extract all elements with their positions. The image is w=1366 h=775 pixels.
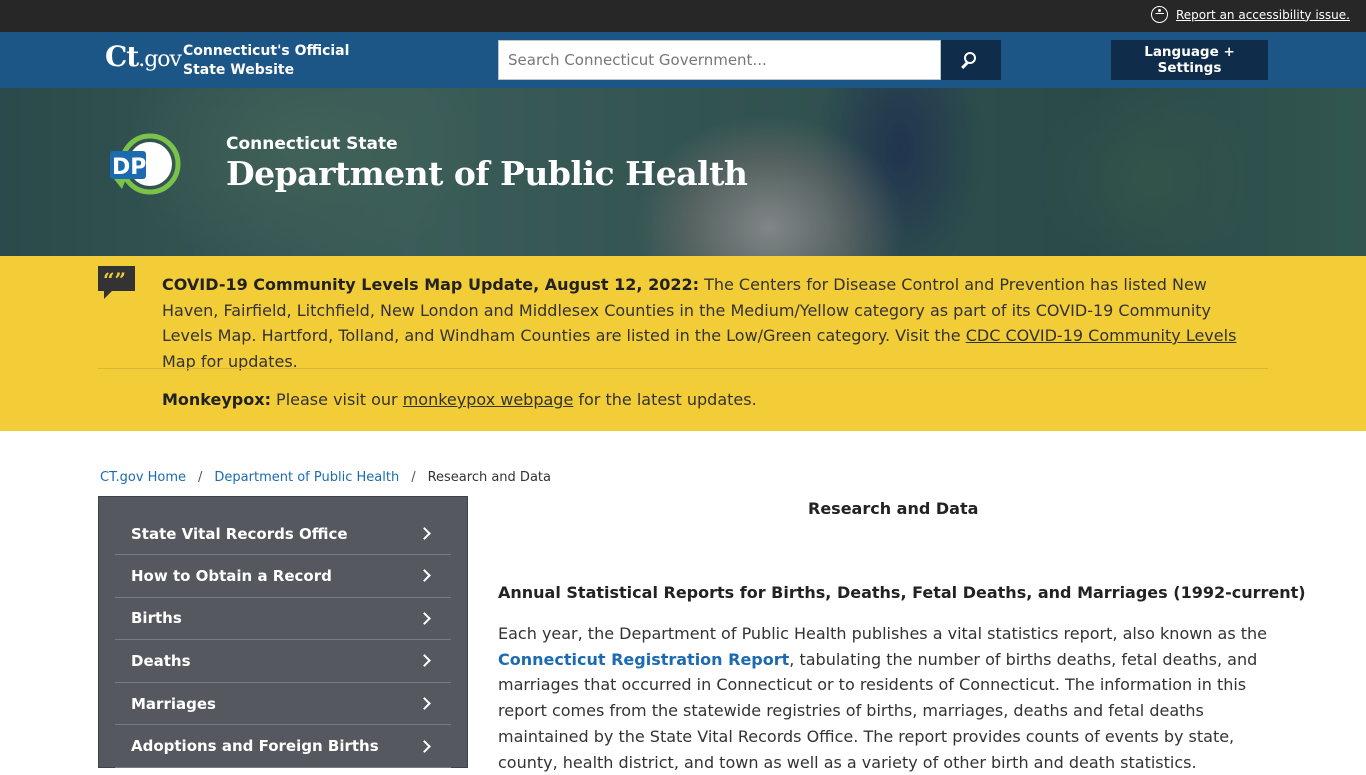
chevron-right-icon	[418, 612, 431, 625]
sidebar-item-marriages[interactable]: Marriages	[115, 683, 451, 726]
alert-banner: “” COVID-19 Community Levels Map Update,…	[0, 256, 1366, 431]
report-description: Each year, the Department of Public Heal…	[498, 621, 1268, 775]
sidebar-item-label: Adoptions and Foreign Births	[131, 737, 379, 756]
monkeypox-tail: for the latest updates.	[573, 390, 757, 409]
gov-logo-text: .gov	[138, 47, 182, 72]
breadcrumb-home[interactable]: CT.gov Home	[100, 470, 186, 485]
dph-logo[interactable]: DPH	[108, 133, 186, 195]
alert-divider	[98, 368, 1268, 369]
ct-gov-logo[interactable]: Ct.gov	[105, 40, 182, 73]
search-form	[498, 40, 1001, 80]
utility-bar: Report an accessibility issue.	[0, 0, 1366, 32]
chevron-right-icon	[418, 527, 431, 540]
sidebar-item-label: Births	[131, 609, 182, 628]
sidebar-item-label: How to Obtain a Record	[131, 566, 332, 585]
monkeypox-webpage-link[interactable]: monkeypox webpage	[403, 390, 574, 409]
sidebar-item-label: State Vital Records Office	[131, 524, 348, 543]
monkeypox-alert-text: Monkeypox: Please visit our monkeypox we…	[162, 390, 757, 409]
tagline-line-1: Connecticut's Official	[183, 43, 350, 59]
chevron-right-icon	[418, 569, 431, 583]
hero-title[interactable]: Department of Public Health	[226, 154, 748, 193]
search-button[interactable]	[941, 40, 1001, 80]
search-icon	[964, 52, 976, 64]
breadcrumb-current: Research and Data	[427, 470, 551, 485]
language-settings-button[interactable]: Language + Settings	[1111, 40, 1268, 80]
sidebar-item-births[interactable]: Births	[115, 598, 451, 641]
sidebar-item-adoptions[interactable]: Adoptions and Foreign Births	[115, 725, 451, 768]
covid-alert-heading: COVID-19 Community Levels Map Update, Au…	[162, 275, 699, 294]
monkeypox-heading: Monkeypox:	[162, 390, 271, 409]
site-tagline: Connecticut's Official State Website	[183, 42, 349, 80]
monkeypox-body: Please visit our	[270, 390, 403, 409]
svg-text:“”: “”	[103, 268, 126, 292]
dph-logo-text: DPH	[112, 155, 165, 180]
sidebar-item-label: Marriages	[131, 694, 216, 713]
quote-icon: “”	[98, 266, 135, 299]
sidebar-item-label: Deaths	[131, 651, 191, 670]
accessibility-icon	[1150, 6, 1168, 23]
covid-alert-text: COVID-19 Community Levels Map Update, Au…	[162, 272, 1262, 374]
sidebar-item-vital-records-office[interactable]: State Vital Records Office	[115, 513, 451, 555]
ct-logo-text: Ct	[105, 40, 139, 73]
section-heading: Annual Statistical Reports for Births, D…	[498, 583, 1306, 602]
site-header: Ct.gov Connecticut's Official State Webs…	[0, 32, 1366, 88]
chevron-right-icon	[418, 739, 431, 753]
breadcrumb-dph[interactable]: Department of Public Health	[214, 470, 399, 485]
report-description-intro: Each year, the Department of Public Heal…	[498, 624, 1268, 643]
accessibility-report-link[interactable]: Report an accessibility issue.	[1176, 8, 1350, 22]
breadcrumb-separator: /	[411, 470, 416, 485]
hero-subtitle: Connecticut State	[226, 134, 398, 154]
tagline-line-2: State Website	[183, 62, 295, 78]
hero-banner: DPH Connecticut State Department of Publ…	[0, 88, 1366, 256]
sidebar-item-deaths[interactable]: Deaths	[115, 640, 451, 683]
breadcrumb: CT.gov Home / Department of Public Healt…	[100, 470, 551, 485]
search-input[interactable]	[498, 40, 941, 80]
breadcrumb-separator: /	[198, 470, 203, 485]
accessibility-report[interactable]: Report an accessibility issue.	[1150, 6, 1350, 23]
sidebar-item-obtain-record[interactable]: How to Obtain a Record	[115, 555, 451, 598]
chevron-right-icon	[418, 697, 431, 710]
chevron-right-icon	[418, 654, 431, 668]
registration-report-link[interactable]: Connecticut Registration Report	[498, 650, 789, 669]
sidebar-nav: State Vital Records Office How to Obtain…	[98, 496, 468, 768]
page-title: Research and Data	[808, 499, 979, 518]
